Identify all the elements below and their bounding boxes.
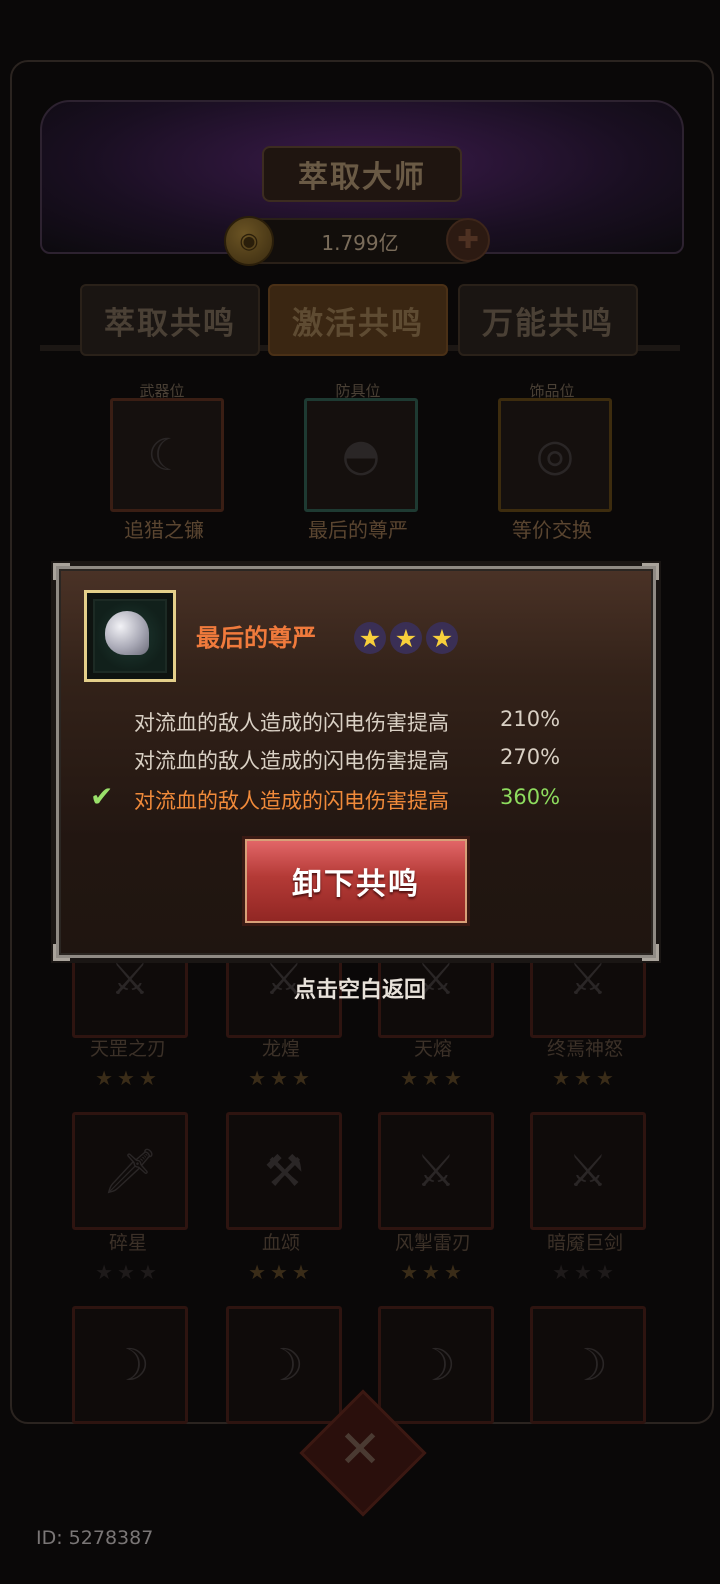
grid-item[interactable]: ⚒ — [226, 1112, 342, 1230]
grid-item[interactable]: ☽ — [530, 1306, 646, 1424]
popup-corner — [53, 563, 70, 580]
coin-icon: ◉ — [224, 216, 274, 266]
slot-item-weapon: 追猎之镰 — [124, 518, 204, 542]
dagger-icon: 🗡 — [102, 1146, 158, 1197]
star-icon: ★ — [354, 622, 386, 654]
helmet-icon: ◓ — [341, 429, 381, 481]
grid-item-name: 风掣雷刃 — [394, 1232, 471, 1254]
sword-icon: ⚔ — [416, 1145, 456, 1197]
horn-icon: ☽ — [568, 1339, 608, 1391]
unequip-resonance-button[interactable]: 卸下共鸣 — [242, 836, 470, 926]
star-icon: ★ — [390, 622, 422, 654]
grid-item[interactable]: ⚔ — [530, 1112, 646, 1230]
grid-item-stars: ★★★ — [552, 1260, 618, 1284]
tab-universal[interactable]: 万能共鸣 — [458, 284, 638, 356]
helmet-icon — [105, 611, 149, 655]
horn-icon: ☽ — [110, 1339, 150, 1391]
grid-item-stars: ★★★ — [248, 1066, 314, 1090]
grid-item-name: 终焉神怒 — [546, 1038, 623, 1060]
item-name: 最后的尊严 — [196, 624, 316, 652]
slot-item-accessory: 等价交换 — [512, 518, 592, 542]
slot-armor[interactable]: ◓ — [304, 398, 418, 512]
slot-weapon[interactable]: ☾ — [110, 398, 224, 512]
grid-item-name: 暗魇巨剑 — [546, 1232, 623, 1254]
add-currency-icon[interactable]: ✚ — [446, 218, 490, 262]
grid-item[interactable]: ☽ — [378, 1306, 494, 1424]
effect-text-selected: 对流血的敌人造成的闪电伤害提高 — [134, 789, 449, 813]
grid-item-stars: ★★★ — [400, 1260, 466, 1284]
tab-activate[interactable]: 激活共鸣 — [268, 284, 448, 356]
grid-item-name: 龙煌 — [261, 1038, 300, 1060]
horn-icon: ☽ — [264, 1339, 304, 1391]
ring-icon: ◎ — [535, 429, 575, 481]
grid-item[interactable]: ☽ — [72, 1306, 188, 1424]
grid-item-stars: ★★★ — [95, 1260, 161, 1284]
grid-item-name: 碎星 — [108, 1232, 147, 1254]
scythe-icon: ☾ — [147, 429, 187, 481]
grid-item[interactable]: ☽ — [226, 1306, 342, 1424]
effect-value: 210% — [500, 707, 561, 731]
mace-icon: ⚒ — [264, 1145, 304, 1197]
popup-corner — [53, 944, 70, 961]
slot-accessory[interactable]: ◎ — [498, 398, 612, 512]
star-icon: ★ — [426, 622, 458, 654]
popup-corner — [642, 944, 659, 961]
user-id: ID: 5278387 — [36, 1527, 154, 1549]
effect-text: 对流血的敌人造成的闪电伤害提高 — [134, 711, 449, 735]
grid-item[interactable]: 🗡 — [72, 1112, 188, 1230]
checkmark-icon: ✔ — [90, 780, 114, 813]
item-icon-frame — [84, 590, 176, 682]
popup-corner — [642, 563, 659, 580]
grid-item-stars: ★★★ — [95, 1066, 161, 1090]
tap-to-return-hint[interactable]: 点击空白返回 — [240, 972, 480, 1004]
grid-item-name: 天罡之刃 — [89, 1038, 166, 1060]
effect-value: 270% — [500, 745, 561, 769]
grid-item[interactable]: ⚔ — [378, 1112, 494, 1230]
horn-icon: ☽ — [416, 1339, 456, 1391]
greatsword-icon: ⚔ — [568, 1145, 608, 1197]
grid-item-stars: ★★★ — [552, 1066, 618, 1090]
tab-extract[interactable]: 萃取共鸣 — [80, 284, 260, 356]
slot-item-armor: 最后的尊严 — [308, 518, 408, 542]
effect-text: 对流血的敌人造成的闪电伤害提高 — [134, 749, 449, 773]
grid-item-name: 天熔 — [413, 1038, 452, 1060]
effect-value-selected: 360% — [500, 785, 561, 809]
page-title: 萃取大师 — [262, 146, 462, 202]
grid-item-stars: ★★★ — [400, 1066, 466, 1090]
grid-item-name: 血颂 — [261, 1232, 300, 1254]
close-emblem-icon[interactable]: ✕ — [318, 1408, 402, 1492]
grid-item-stars: ★★★ — [248, 1260, 314, 1284]
